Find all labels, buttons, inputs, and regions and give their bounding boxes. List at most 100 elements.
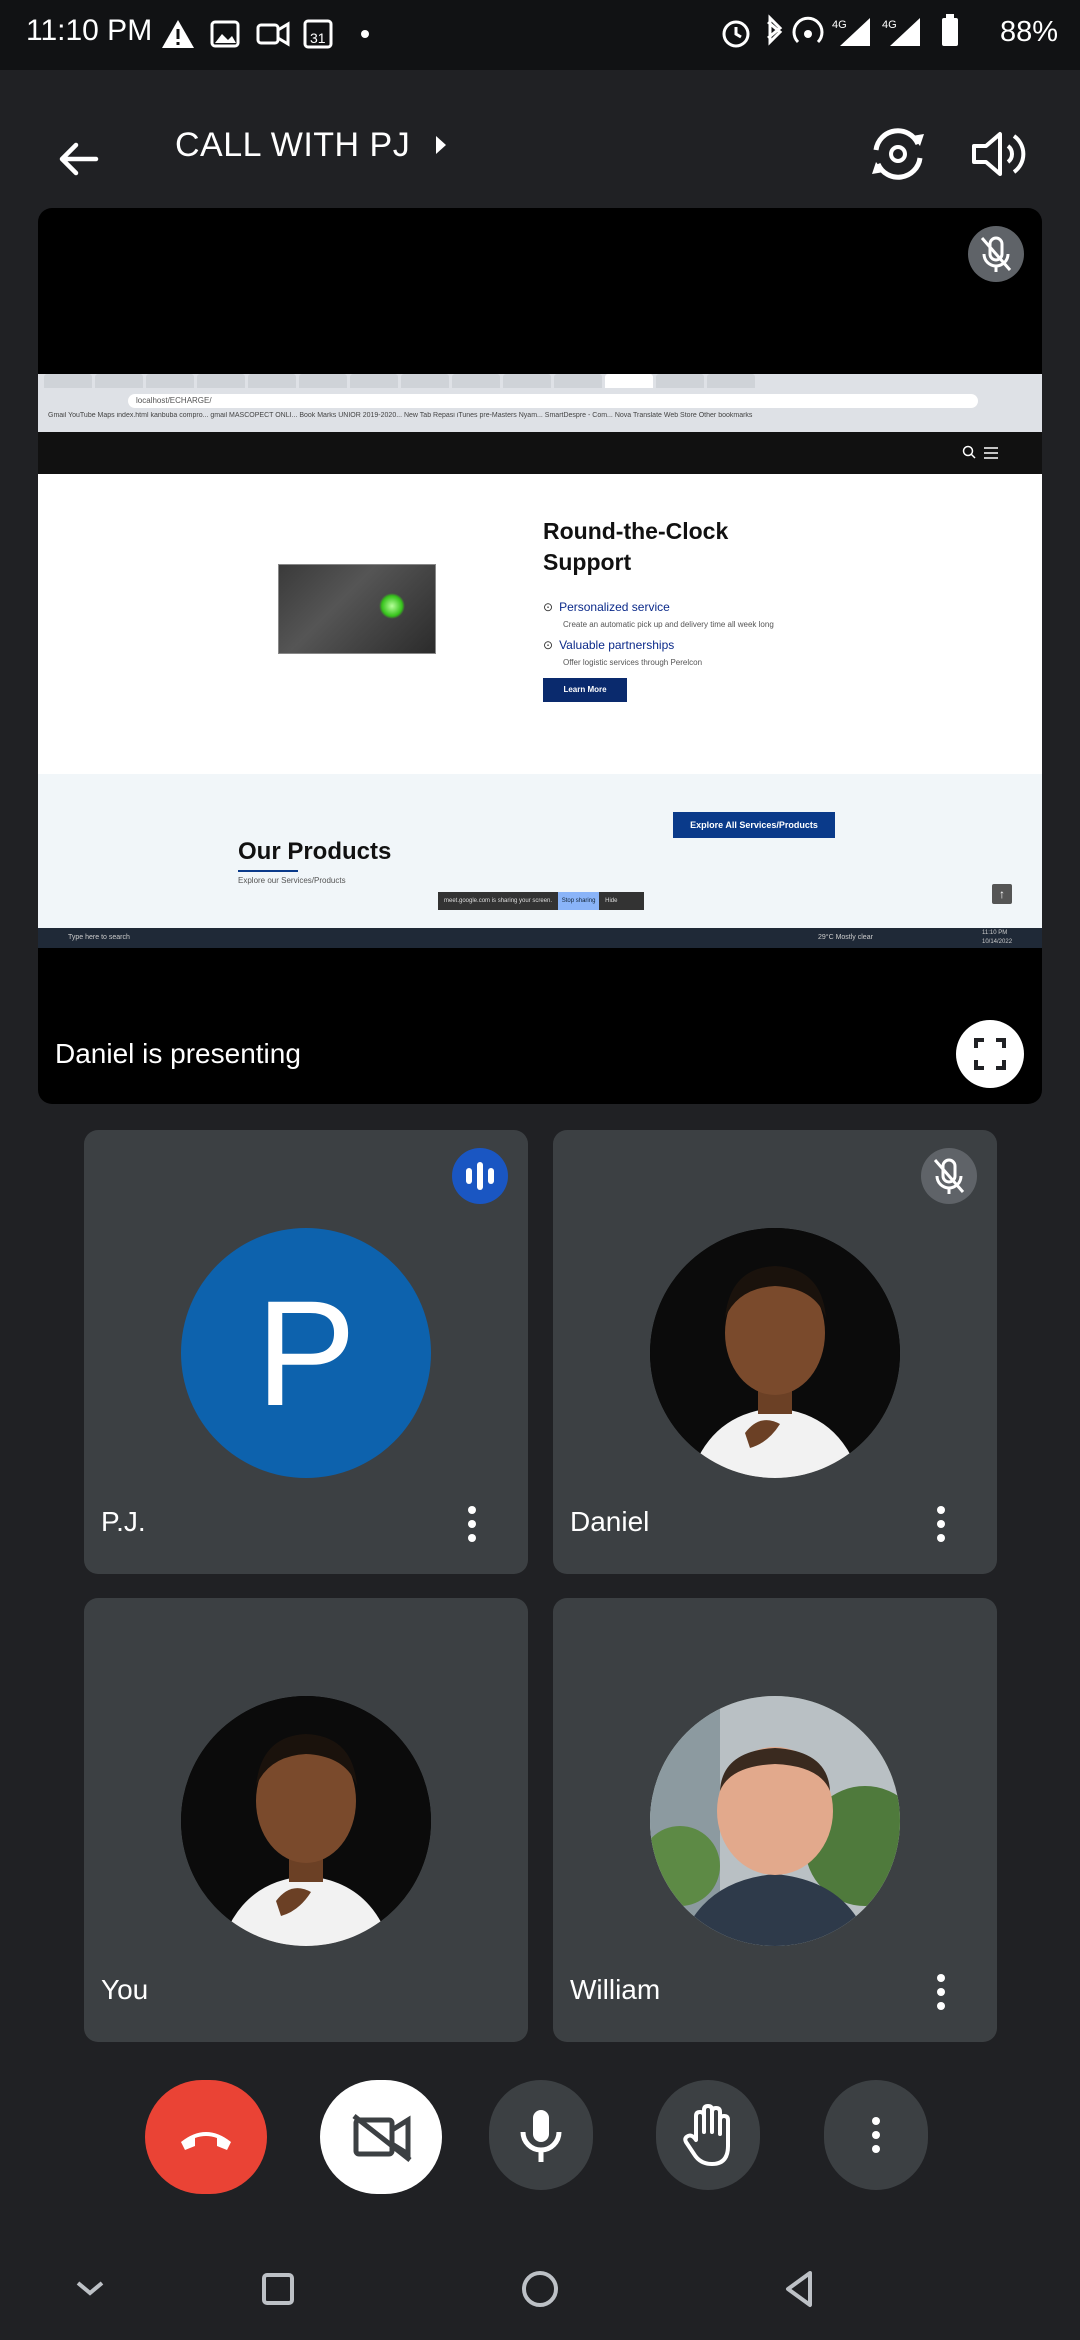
products-underline <box>238 870 298 872</box>
speaker-icon <box>972 132 1026 176</box>
end-call-icon <box>181 2132 231 2150</box>
products-title: Our Products <box>238 838 392 865</box>
recents-icon <box>262 2273 294 2305</box>
participant-tile-pj[interactable]: P P.J. <box>84 1130 528 1574</box>
products-subtitle: Explore our Services/Products <box>238 876 346 885</box>
calendar-day: 31 <box>310 30 326 46</box>
call-title[interactable]: CALL WITH PJ <box>175 126 452 165</box>
support-heading-line1: Round-the-Clock <box>543 518 729 544</box>
screen-share-notice: meet.google.com is sharing your screen. … <box>438 892 644 910</box>
arrow-circle-icon: ⊙ <box>543 638 554 652</box>
chevron-down-icon <box>76 2281 104 2296</box>
hide-button: Hide <box>605 898 618 904</box>
camera-toggle-button[interactable] <box>320 2080 442 2194</box>
browser-tab <box>350 374 398 388</box>
taskbar-clock: 11:10 PM 10/14/2022 <box>982 929 1012 947</box>
participant-tile-william[interactable]: William <box>553 1598 997 2042</box>
participant-name: Daniel <box>570 1506 650 1537</box>
avatar <box>650 1696 900 1946</box>
status-bar: 11:10 PM 31 4G 4G 88% <box>0 0 1080 70</box>
feature-2-sub: Offer logistic services through Perelcon <box>563 658 703 667</box>
browser-tabs <box>38 374 1042 390</box>
products-section <box>38 774 1042 948</box>
avatar: P <box>181 1228 431 1478</box>
fullscreen-button[interactable] <box>956 1020 1024 1088</box>
more-vert-icon[interactable] <box>448 1500 496 1548</box>
stop-sharing-button: Stop sharing <box>557 892 600 910</box>
switch-camera-button[interactable] <box>862 118 934 190</box>
share-notice-text: meet.google.com is sharing your screen. <box>444 898 553 904</box>
feature-1-sub: Create an automatic pick up and delivery… <box>563 620 774 629</box>
chevron-right-icon <box>436 136 447 154</box>
participant-name: P.J. <box>101 1506 146 1537</box>
browser-tab-active <box>605 374 653 388</box>
participant-tile-you[interactable]: You <box>84 1598 528 2042</box>
charger-image <box>278 564 436 654</box>
audio-level-icon <box>466 1162 494 1190</box>
participant-name: William <box>570 1974 661 2005</box>
avatar <box>650 1228 900 1478</box>
person-photo <box>650 1228 900 1478</box>
status-time: 11:10 PM <box>26 14 153 47</box>
site-header <box>38 432 1042 474</box>
more-options-button[interactable] <box>824 2080 928 2190</box>
speaking-badge <box>452 1148 508 1204</box>
browser-tab <box>554 374 602 388</box>
site-menu-icons <box>962 445 998 459</box>
presentation-panel[interactable]: localhost/ECHARGE/ Gmail YouTube Maps in… <box>38 208 1042 1104</box>
browser-tab <box>146 374 194 388</box>
shared-screen: localhost/ECHARGE/ Gmail YouTube Maps in… <box>38 374 1042 948</box>
explore-button: Explore All Services/Products <box>673 812 835 838</box>
more-vert-icon[interactable] <box>917 1968 965 2016</box>
mic-toggle-button[interactable] <box>489 2080 593 2190</box>
back-arrow-icon <box>59 142 99 176</box>
taskbar-time: 11:10 PM <box>982 930 1008 936</box>
network-label-2: 4G <box>882 19 897 31</box>
browser-tab <box>452 374 500 388</box>
browser-tab <box>656 374 704 388</box>
browser-tab <box>707 374 755 388</box>
site-content <box>38 474 1042 774</box>
avatar-initial: P <box>255 1268 357 1437</box>
end-call-button[interactable] <box>145 2080 267 2194</box>
status-right-icons: 4G 4G 88% <box>720 12 1058 52</box>
support-heading-line2: Support <box>543 549 632 575</box>
presenter-muted-badge <box>968 226 1024 282</box>
system-nav-bar <box>0 2235 1080 2340</box>
person-photo <box>181 1696 431 1946</box>
taskbar-weather: 29°C Mostly clear <box>818 934 873 941</box>
back-button[interactable] <box>52 132 106 186</box>
mic-off-icon <box>933 1158 965 1194</box>
address-bar: localhost/ECHARGE/ <box>128 394 978 408</box>
nav-recents-button[interactable] <box>248 2259 308 2319</box>
speaker-button[interactable] <box>962 118 1034 190</box>
raise-hand-button[interactable] <box>656 2080 760 2190</box>
fullscreen-icon <box>974 1038 1006 1070</box>
browser-chrome: localhost/ECHARGE/ Gmail YouTube Maps in… <box>38 374 1042 432</box>
feature-1: ⊙ Personalized service Create an automati… <box>543 598 774 629</box>
windows-taskbar: Type here to search 29°C Mostly clear 11… <box>38 928 1042 948</box>
nav-collapse-button[interactable] <box>60 2259 120 2319</box>
browser-tab <box>44 374 92 388</box>
charger-glow <box>379 593 405 619</box>
home-icon <box>522 2271 558 2307</box>
feature-2: ⊙ Valuable partnerships Offer logistic se… <box>543 636 702 667</box>
browser-tab <box>197 374 245 388</box>
participant-tile-daniel[interactable]: Daniel <box>553 1130 997 1574</box>
nav-home-button[interactable] <box>510 2259 570 2319</box>
browser-tab <box>248 374 296 388</box>
person-photo <box>650 1696 900 1946</box>
camera-off-icon <box>352 2114 412 2162</box>
more-vert-icon <box>824 2080 928 2190</box>
raise-hand-icon <box>683 2104 730 2166</box>
presenting-label: Daniel is presenting <box>55 1038 301 1069</box>
nav-back-button[interactable] <box>770 2259 830 2319</box>
switch-camera-icon <box>872 128 924 180</box>
call-header: CALL WITH PJ <box>0 70 1080 220</box>
participant-name: You <box>101 1974 149 2005</box>
learn-more-button: Learn More <box>543 678 627 702</box>
bookmarks-bar: Gmail YouTube Maps index.html kanbuba co… <box>48 412 753 419</box>
more-vert-icon[interactable] <box>917 1500 965 1548</box>
browser-tab <box>401 374 449 388</box>
system-icons: 4G 4G <box>722 14 958 48</box>
